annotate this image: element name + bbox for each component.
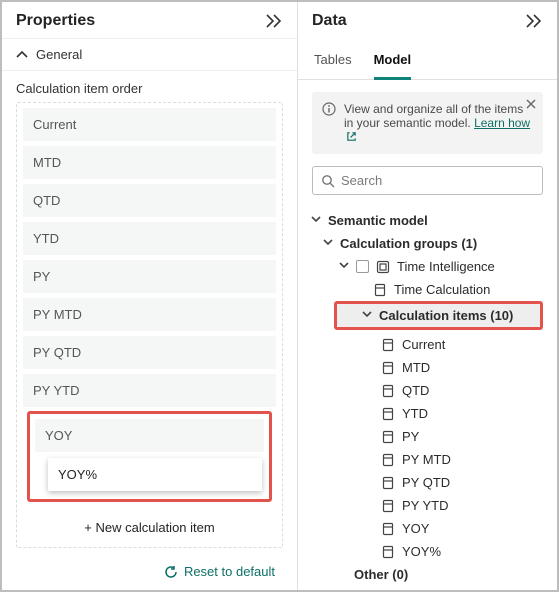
tree-leaf[interactable]: Current: [306, 333, 551, 356]
order-item[interactable]: YTD: [23, 222, 276, 255]
tree-node-other[interactable]: Other (0): [306, 563, 551, 586]
reset-to-default-button[interactable]: Reset to default: [2, 556, 297, 587]
collapse-panel-icon[interactable]: [525, 14, 543, 28]
reset-icon: [164, 565, 178, 579]
order-item-dragging[interactable]: YOY%: [48, 458, 262, 491]
search-placeholder: Search: [341, 173, 382, 188]
calc-item-icon: [380, 338, 396, 352]
tree-node-calculation-items[interactable]: Calculation items (10): [337, 304, 540, 327]
checkbox[interactable]: [356, 260, 369, 273]
properties-panel: Properties General Calculation item orde…: [2, 2, 298, 590]
column-icon: [372, 283, 388, 297]
chevron-up-icon: [16, 49, 28, 61]
general-label: General: [36, 47, 82, 62]
tree-leaf[interactable]: YOY: [306, 517, 551, 540]
learn-how-link[interactable]: Learn how: [474, 116, 530, 130]
reset-label: Reset to default: [184, 564, 275, 579]
info-icon: [322, 102, 336, 119]
calc-item-icon: [380, 361, 396, 375]
search-input[interactable]: Search: [312, 166, 543, 195]
data-header: Data: [298, 2, 557, 38]
calc-item-icon: [380, 384, 396, 398]
close-icon[interactable]: [525, 98, 537, 113]
search-icon: [321, 174, 335, 188]
calc-item-icon: [380, 476, 396, 490]
data-tabs: Tables Model: [298, 38, 557, 80]
order-item[interactable]: PY: [23, 260, 276, 293]
model-tree: Semantic model Calculation groups (1) Ti…: [306, 209, 551, 586]
order-item[interactable]: PY QTD: [23, 336, 276, 369]
calculation-item-order-list: Current MTD QTD YTD PY PY MTD PY QTD PY …: [16, 102, 283, 548]
calculation-group-icon: [375, 260, 391, 274]
tree-node-root[interactable]: Semantic model: [306, 209, 551, 232]
tree-node-time-intelligence[interactable]: Time Intelligence: [306, 255, 551, 278]
data-panel: Data Tables Model View and organize all …: [298, 2, 557, 590]
calc-item-icon: [380, 522, 396, 536]
order-item[interactable]: YOY: [35, 419, 264, 452]
chevron-down-icon: [361, 308, 373, 323]
calc-item-icon: [380, 430, 396, 444]
tree-node-time-calculation[interactable]: Time Calculation: [306, 278, 551, 301]
order-item[interactable]: MTD: [23, 146, 276, 179]
properties-header: Properties: [2, 2, 297, 38]
order-item[interactable]: QTD: [23, 184, 276, 217]
highlight-annotation: YOY YOY%: [27, 411, 272, 502]
collapse-panel-icon[interactable]: [265, 14, 283, 28]
calc-item-icon: [380, 545, 396, 559]
chevron-down-icon: [322, 236, 334, 251]
calc-item-icon: [380, 407, 396, 421]
tree-leaf[interactable]: MTD: [306, 356, 551, 379]
properties-title: Properties: [16, 12, 95, 30]
tree-leaf[interactable]: YOY%: [306, 540, 551, 563]
tree-leaf[interactable]: PY MTD: [306, 448, 551, 471]
order-item[interactable]: Current: [23, 108, 276, 141]
calc-item-icon: [380, 453, 396, 467]
chevron-down-icon: [338, 259, 350, 274]
order-item[interactable]: PY YTD: [23, 374, 276, 407]
info-text: View and organize all of the items in yo…: [344, 102, 533, 144]
tab-model[interactable]: Model: [374, 46, 412, 80]
tree-leaf[interactable]: PY: [306, 425, 551, 448]
tab-tables[interactable]: Tables: [314, 46, 352, 79]
chevron-down-icon: [310, 213, 322, 228]
tree-leaf[interactable]: PY QTD: [306, 471, 551, 494]
data-title: Data: [312, 12, 347, 30]
tree-leaf[interactable]: QTD: [306, 379, 551, 402]
info-banner: View and organize all of the items in yo…: [312, 92, 543, 154]
external-link-icon: [346, 131, 357, 142]
new-calculation-item-button[interactable]: + New calculation item: [17, 508, 282, 547]
highlight-annotation: Calculation items (10): [334, 301, 543, 330]
tree-leaf[interactable]: YTD: [306, 402, 551, 425]
tree-leaf[interactable]: PY YTD: [306, 494, 551, 517]
order-item[interactable]: PY MTD: [23, 298, 276, 331]
general-section-toggle[interactable]: General: [2, 38, 297, 71]
tree-node-calc-groups[interactable]: Calculation groups (1): [306, 232, 551, 255]
order-label: Calculation item order: [2, 71, 297, 102]
calc-item-icon: [380, 499, 396, 513]
